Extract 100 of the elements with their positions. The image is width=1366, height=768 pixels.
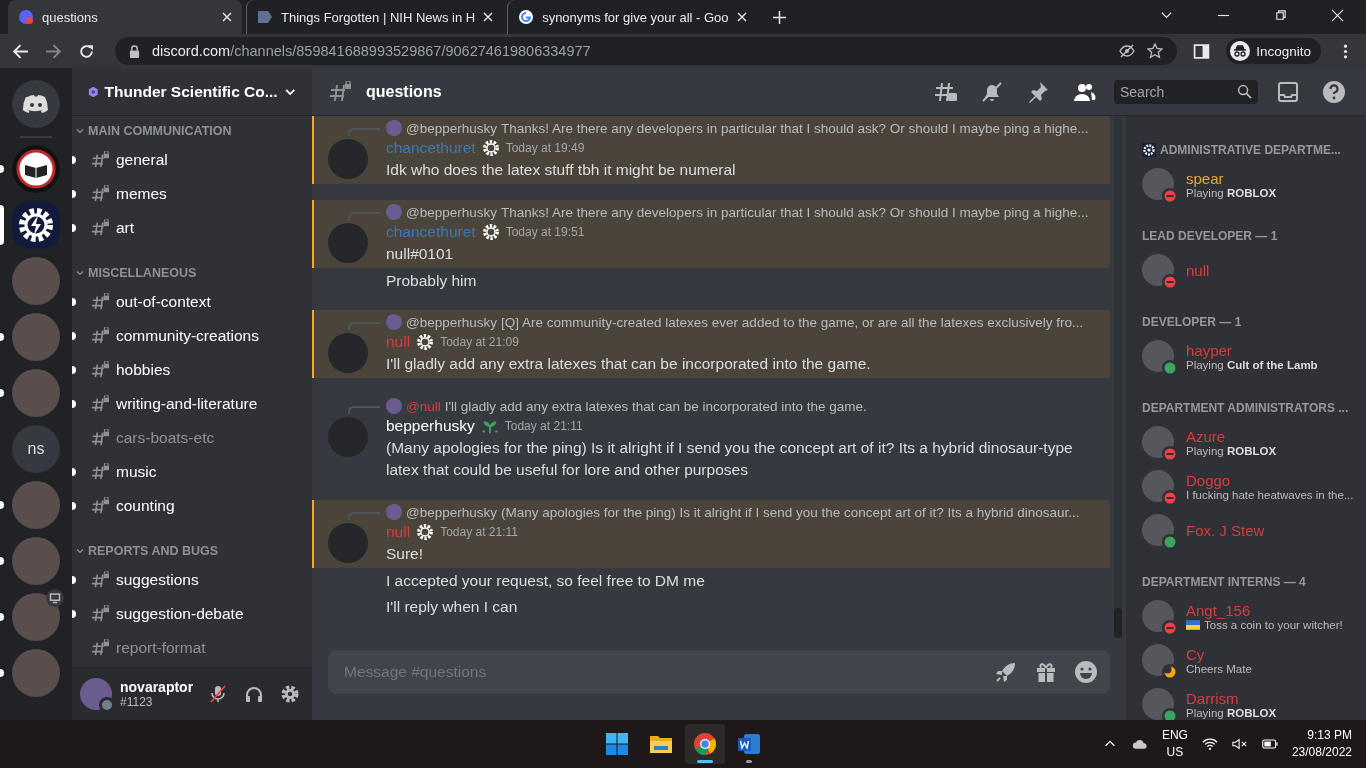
settings-icon[interactable]: [280, 683, 300, 704]
category-header[interactable]: MISCELLANEOUS: [72, 261, 312, 285]
member-item[interactable]: hayper Playing Cult of the Lamb: [1142, 334, 1358, 378]
address-bar[interactable]: discord.com/channels/859841688993529867/906274619806334977: [115, 37, 1178, 65]
timestamp: Today at 21:09: [440, 335, 519, 349]
restore-icon[interactable]: [1274, 9, 1287, 22]
avatar-placeholder[interactable]: [80, 677, 112, 710]
channel-item[interactable]: suggestion-debate: [86, 598, 304, 630]
channel-item[interactable]: cars-boats-etc: [86, 422, 304, 454]
do-not-disturb-status-icon: [1162, 620, 1178, 636]
category-name[interactable]: MAIN COMMUNICATION: [88, 124, 232, 138]
reply-preview[interactable]: [Q] Are community-created latexes ever added to the game, or are all the latexes exclusively fro...: [501, 314, 1084, 330]
timestamp: Today at 21:11: [504, 419, 583, 433]
discord-home-button[interactable]: [12, 80, 60, 128]
taskbar-button[interactable]: [685, 724, 725, 764]
member-name: Doggo: [1186, 471, 1232, 489]
channel-item[interactable]: writing-and-literature: [86, 388, 304, 420]
reply-author[interactable]: @bepperhusky: [406, 204, 497, 220]
channel-item[interactable]: out-of-context: [86, 286, 304, 318]
channel-item[interactable]: general: [86, 144, 304, 176]
star-icon[interactable]: [1147, 43, 1164, 59]
close-icon[interactable]: [736, 12, 747, 22]
browser-tab[interactable]: questions: [8, 0, 242, 34]
side-panel-icon[interactable]: [1193, 42, 1211, 60]
server-emblem-icon[interactable]: [12, 145, 60, 193]
server-name[interactable]: Thunder Scientific Co...: [104, 82, 278, 101]
new-tab-icon[interactable]: [772, 11, 786, 24]
channel-item[interactable]: community-creations: [86, 320, 304, 352]
category-name[interactable]: REPORTS AND BUGS: [88, 544, 219, 558]
reply-author[interactable]: @bepperhusky: [406, 504, 497, 520]
online-status-icon: [1162, 360, 1178, 376]
author-name[interactable]: bepperhusky: [386, 417, 475, 435]
emoji-icon[interactable]: [1074, 660, 1098, 684]
channel-item[interactable]: counting: [86, 490, 304, 522]
chevron-down-icon: [76, 547, 84, 555]
member-item[interactable]: Azure Playing ROBLOX: [1142, 420, 1358, 464]
back-arrow-icon[interactable]: [12, 42, 29, 60]
search-field[interactable]: Search: [1114, 79, 1258, 104]
category-header[interactable]: REPORTS AND BUGS: [72, 539, 312, 563]
channel-item[interactable]: music: [86, 456, 304, 488]
member-name: Cy: [1186, 645, 1206, 663]
server-photo-placeholder[interactable]: [12, 593, 60, 641]
online-status-icon: [1162, 534, 1178, 550]
locked-hash-icon: [90, 219, 110, 237]
reload-icon[interactable]: [78, 42, 95, 60]
locked-hash-icon: [90, 327, 110, 345]
incognito-button[interactable]: Incognito: [1226, 38, 1321, 64]
channel-item[interactable]: memes: [86, 178, 304, 210]
channel-item[interactable]: suggestions: [86, 564, 304, 596]
member-activity: Toss a coin to your witcher!: [1204, 618, 1343, 631]
member-item[interactable]: Angt_156 Toss a coin to your witcher!: [1142, 594, 1358, 638]
reply-author[interactable]: @bepperhusky: [406, 120, 497, 136]
help-icon[interactable]: [1322, 79, 1346, 104]
member-item[interactable]: Cy Cheers Mate: [1142, 638, 1358, 682]
gift-icon[interactable]: [1034, 660, 1058, 684]
reply-preview[interactable]: (Many apologies for the ping) Is it alright if I send you the concept art of it? Its a hybrid dinosaur...: [501, 504, 1080, 520]
gear-badge-icon: [481, 139, 500, 157]
wifi-icon[interactable]: [1201, 737, 1218, 751]
close-icon[interactable]: [222, 12, 232, 22]
boost-gem-icon: [88, 85, 99, 98]
eye-slash-icon[interactable]: [1119, 43, 1136, 59]
lock-icon[interactable]: [129, 44, 140, 58]
reply-author[interactable]: @bepperhusky: [406, 314, 497, 330]
gear-badge-icon: [416, 333, 435, 351]
discord-favicon-icon: [18, 9, 34, 25]
avatar-placeholder: [386, 204, 402, 220]
rocket-icon[interactable]: [994, 660, 1018, 684]
battery-icon[interactable]: [1261, 737, 1278, 751]
locked-hash-icon: [90, 361, 110, 379]
close-icon[interactable]: [483, 12, 494, 22]
language-indicator[interactable]: ENG US: [1161, 727, 1188, 761]
reply-preview[interactable]: I'll gladly add any extra latexes that can be incorporated into the game.: [444, 398, 867, 414]
channel-item[interactable]: hobbies: [86, 354, 304, 386]
server-initials-icon[interactable]: ns: [12, 425, 60, 473]
close-icon[interactable]: [1331, 9, 1344, 22]
reply-preview[interactable]: Thanks! Are there any developers in particular that I should ask? Or should I maybe ping a highe...: [501, 120, 1089, 136]
category-header[interactable]: MAIN COMMUNICATION: [72, 119, 312, 143]
cloud-icon[interactable]: [1131, 737, 1148, 751]
url-text[interactable]: discord.com/channels/859841688993529867/906274619806334977: [152, 43, 591, 59]
microphone-icon[interactable]: [208, 683, 228, 704]
member-item[interactable]: spear Playing ROBLOX: [1142, 162, 1358, 206]
channel-item[interactable]: report-format: [86, 632, 304, 664]
inbox-icon[interactable]: [1276, 79, 1300, 104]
server-header[interactable]: Thunder Scientific Co...: [72, 68, 312, 116]
clock[interactable]: 9:13 PM 23/08/2022: [1291, 727, 1352, 761]
member-item[interactable]: Doggo I fucking hate heatwaves in the...: [1142, 464, 1358, 508]
category-name[interactable]: MISCELLANEOUS: [88, 266, 197, 280]
message-text: Idk who does the latex stuff tbh it might be numeral: [386, 160, 737, 180]
speaker-muted-icon[interactable]: [1231, 737, 1248, 751]
forward-arrow-icon[interactable]: [45, 42, 62, 60]
gear-lightning-server-icon[interactable]: [12, 201, 60, 249]
member-activity: I fucking hate heatwaves in the...: [1186, 488, 1354, 501]
scrollbar[interactable]: [1114, 116, 1122, 638]
google-favicon-icon: [518, 9, 535, 25]
reply-preview[interactable]: Thanks! Are there any developers in particular that I should ask? Or should I maybe ping a highe...: [501, 204, 1089, 220]
channel-item[interactable]: art: [86, 212, 304, 244]
reply-connector: [348, 322, 380, 330]
offline-status-icon: [99, 696, 115, 713]
timestamp: Today at 19:51: [505, 225, 585, 239]
bell-slash-icon[interactable]: [980, 79, 1004, 104]
